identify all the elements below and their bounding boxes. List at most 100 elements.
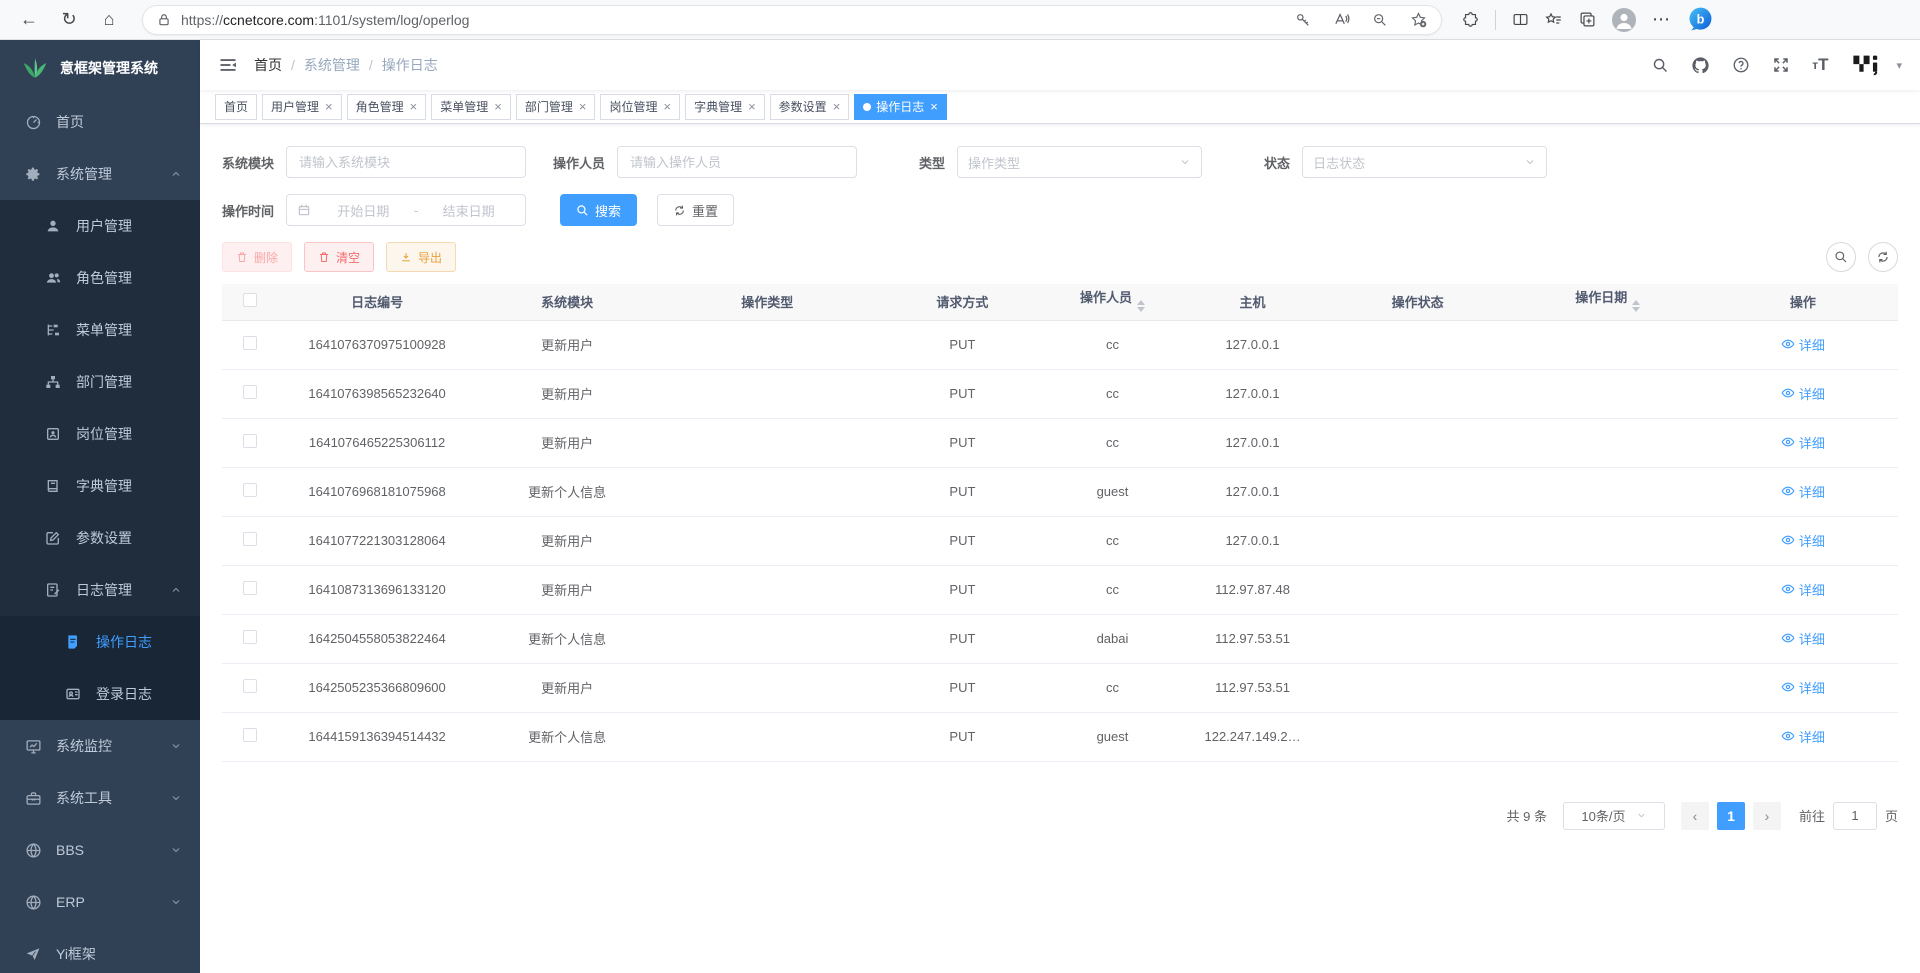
- close-icon[interactable]: ×: [325, 100, 333, 113]
- yi-logo-icon[interactable]: [1850, 52, 1884, 78]
- font-size-icon[interactable]: тT: [1812, 55, 1828, 75]
- password-key-icon[interactable]: [1295, 12, 1311, 28]
- delete-button[interactable]: 删除: [222, 242, 292, 272]
- detail-link[interactable]: 详细: [1781, 335, 1825, 354]
- status-select[interactable]: 日志状态: [1302, 146, 1547, 178]
- favorites-bar-icon[interactable]: [1545, 11, 1563, 29]
- back-icon[interactable]: ←: [14, 5, 44, 35]
- profile-avatar[interactable]: [1612, 8, 1636, 32]
- sidebar-item-dept-mgmt[interactable]: 部门管理: [0, 356, 200, 408]
- close-icon[interactable]: ×: [410, 100, 418, 113]
- sidebar-item-home[interactable]: 首页: [0, 96, 200, 148]
- type-select[interactable]: 操作类型: [957, 146, 1202, 178]
- detail-link[interactable]: 详细: [1781, 629, 1825, 648]
- header-search-icon[interactable]: [1652, 57, 1669, 74]
- page-size-select[interactable]: 10条/页: [1563, 802, 1665, 830]
- tab-post-mgmt[interactable]: 岗位管理×: [600, 94, 680, 120]
- hamburger-icon[interactable]: [218, 55, 238, 75]
- sidebar-item-system-mgmt[interactable]: 系统管理: [0, 148, 200, 200]
- search-button[interactable]: 搜索: [560, 194, 637, 226]
- extensions-icon[interactable]: [1462, 11, 1479, 28]
- reset-button[interactable]: 重置: [657, 194, 734, 226]
- settings-more-icon[interactable]: ⋯: [1652, 9, 1671, 30]
- sidebar-item-bbs[interactable]: BBS: [0, 824, 200, 876]
- close-icon[interactable]: ×: [663, 100, 671, 113]
- read-aloud-icon[interactable]: [1333, 11, 1350, 28]
- hide-search-button[interactable]: [1826, 242, 1856, 272]
- sidebar-item-oper-log[interactable]: 操作日志: [0, 616, 200, 668]
- next-page-button[interactable]: ›: [1753, 802, 1781, 830]
- sort-icon[interactable]: [1137, 296, 1145, 316]
- row-checkbox[interactable]: [243, 679, 257, 693]
- col-operator[interactable]: 操作人员: [1047, 284, 1177, 320]
- fullscreen-icon[interactable]: [1772, 56, 1790, 74]
- select-all-checkbox[interactable]: [243, 293, 257, 307]
- address-bar[interactable]: https://ccnetcore.com:1101/system/log/op…: [142, 5, 1442, 35]
- sidebar-item-system-monitor[interactable]: 系统监控: [0, 720, 200, 772]
- bing-copilot-icon[interactable]: b: [1687, 6, 1714, 33]
- github-icon[interactable]: [1691, 56, 1710, 75]
- reload-icon[interactable]: ↻: [54, 5, 84, 35]
- sidebar-item-param-settings[interactable]: 参数设置: [0, 512, 200, 564]
- tab-home[interactable]: 首页: [215, 94, 257, 120]
- sidebar-item-system-tools[interactable]: 系统工具: [0, 772, 200, 824]
- detail-link[interactable]: 详细: [1781, 384, 1825, 403]
- goto-page-input[interactable]: [1833, 802, 1877, 830]
- sidebar-item-role-mgmt[interactable]: 角色管理: [0, 252, 200, 304]
- detail-link[interactable]: 详细: [1781, 433, 1825, 452]
- breadcrumb-home[interactable]: 首页: [254, 55, 282, 75]
- collections-icon[interactable]: [1579, 11, 1596, 28]
- row-checkbox[interactable]: [243, 434, 257, 448]
- row-checkbox[interactable]: [243, 581, 257, 595]
- close-icon[interactable]: ×: [494, 100, 502, 113]
- export-button[interactable]: 导出: [386, 242, 456, 272]
- tab-menu-mgmt[interactable]: 菜单管理×: [431, 94, 511, 120]
- tab-dict-mgmt[interactable]: 字典管理×: [685, 94, 765, 120]
- detail-link[interactable]: 详细: [1781, 678, 1825, 697]
- clear-button[interactable]: 清空: [304, 242, 374, 272]
- sort-icon[interactable]: [1632, 296, 1640, 316]
- col-op-date[interactable]: 操作日期: [1508, 284, 1708, 320]
- detail-link[interactable]: 详细: [1781, 727, 1825, 746]
- sidebar-item-dict-mgmt[interactable]: 字典管理: [0, 460, 200, 512]
- close-icon[interactable]: ×: [579, 100, 587, 113]
- row-checkbox[interactable]: [243, 728, 257, 742]
- sidebar-item-erp[interactable]: ERP: [0, 876, 200, 928]
- close-icon[interactable]: ×: [833, 100, 841, 113]
- tab-role-mgmt[interactable]: 角色管理×: [347, 94, 427, 120]
- sidebar-item-yi-framework[interactable]: Yi框架: [0, 928, 200, 973]
- detail-link[interactable]: 详细: [1781, 580, 1825, 599]
- split-screen-icon[interactable]: [1512, 11, 1529, 28]
- sidebar-item-menu-mgmt[interactable]: 菜单管理: [0, 304, 200, 356]
- tab-oper-log[interactable]: 操作日志×: [854, 94, 947, 120]
- home-icon[interactable]: ⌂: [94, 5, 124, 35]
- sidebar-item-user-mgmt[interactable]: 用户管理: [0, 200, 200, 252]
- tab-param-settings[interactable]: 参数设置×: [770, 94, 850, 120]
- refresh-button[interactable]: [1868, 242, 1898, 272]
- row-checkbox[interactable]: [243, 532, 257, 546]
- zoom-out-icon[interactable]: [1372, 12, 1388, 28]
- prev-page-button[interactable]: ‹: [1681, 802, 1709, 830]
- sidebar-item-post-mgmt[interactable]: 岗位管理: [0, 408, 200, 460]
- sidebar-item-log-mgmt[interactable]: 日志管理: [0, 564, 200, 616]
- help-icon[interactable]: [1732, 56, 1750, 74]
- operator-input[interactable]: [617, 146, 857, 178]
- tab-user-mgmt[interactable]: 用户管理×: [262, 94, 342, 120]
- row-checkbox[interactable]: [243, 385, 257, 399]
- detail-link[interactable]: 详细: [1781, 482, 1825, 501]
- date-range-input[interactable]: 开始日期 - 结束日期: [286, 194, 526, 226]
- row-checkbox[interactable]: [243, 483, 257, 497]
- close-icon[interactable]: ×: [930, 100, 938, 113]
- chevron-up-icon: [170, 168, 182, 180]
- module-input[interactable]: [286, 146, 526, 178]
- row-checkbox[interactable]: [243, 630, 257, 644]
- close-icon[interactable]: ×: [748, 100, 756, 113]
- detail-link[interactable]: 详细: [1781, 531, 1825, 550]
- row-checkbox[interactable]: [243, 336, 257, 350]
- caret-down-icon[interactable]: ▾: [1896, 59, 1902, 72]
- tab-dept-mgmt[interactable]: 部门管理×: [516, 94, 596, 120]
- sidebar-item-login-log[interactable]: 登录日志: [0, 668, 200, 720]
- favorite-star-icon[interactable]: [1410, 11, 1427, 28]
- browser-toolbar: ← ↻ ⌂ https://ccnetcore.com:1101/system/…: [0, 0, 1920, 40]
- page-1-button[interactable]: 1: [1717, 802, 1745, 830]
